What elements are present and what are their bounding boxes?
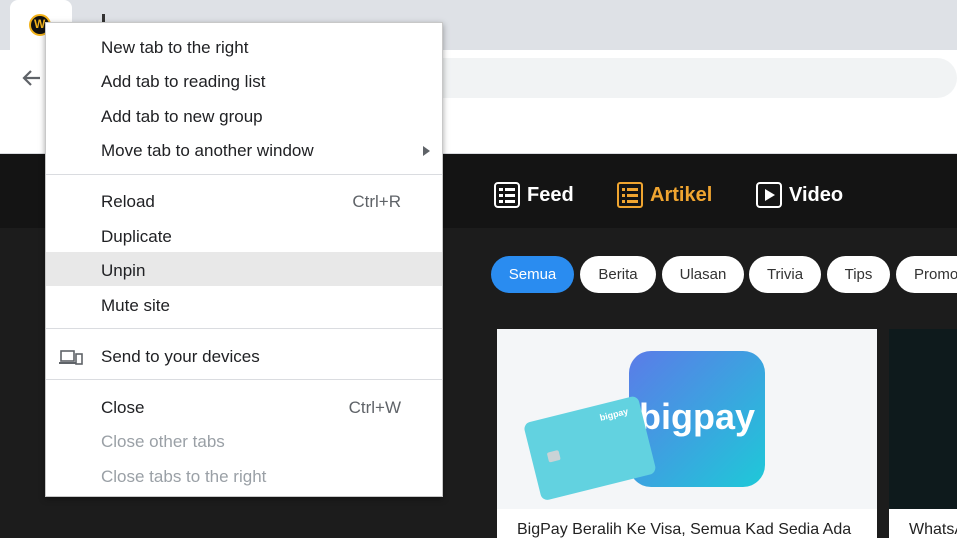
menu-new-tab-right[interactable]: New tab to the right <box>46 31 442 65</box>
tab-context-menu: New tab to the right Add tab to reading … <box>45 22 443 497</box>
menu-separator <box>46 174 442 175</box>
article-thumbnail-2 <box>889 329 957 509</box>
menu-reload[interactable]: Reload Ctrl+R <box>46 185 442 219</box>
bigpay-image: bigpay bigpay <box>524 351 765 500</box>
menu-separator <box>46 379 442 380</box>
bigpay-logo-text: bigpay <box>639 396 755 437</box>
arrow-left-icon <box>22 70 40 86</box>
menu-unpin[interactable]: Unpin <box>46 252 442 286</box>
menu-close-other-tabs: Close other tabs <box>101 432 225 451</box>
chip-ulasan[interactable]: Ulasan <box>662 256 744 293</box>
chip-tips[interactable]: Tips <box>827 256 890 293</box>
nav-artikel-label: Artikel <box>650 183 713 206</box>
menu-duplicate[interactable]: Duplicate <box>46 220 442 254</box>
menu-mute-site[interactable]: Mute site <box>46 289 442 323</box>
article-card[interactable]: bigpay bigpay BigPay Beralih Ke Visa, Se… <box>497 329 877 538</box>
back-button[interactable] <box>16 62 48 94</box>
close-shortcut: Ctrl+W <box>348 398 401 417</box>
menu-add-reading-list[interactable]: Add tab to reading list <box>46 65 442 99</box>
article-title: BigPay Beralih Ke Visa, Semua Kad Sedia … <box>517 521 852 538</box>
menu-close[interactable]: Close Ctrl+W <box>46 391 442 425</box>
menu-close-tabs-right: Close tabs to the right <box>101 467 267 486</box>
article-card-2[interactable]: WhatsApp <box>889 329 957 538</box>
menu-send-devices[interactable]: Send to your devices <box>46 340 442 374</box>
article-icon <box>617 182 643 208</box>
chip-semua[interactable]: Semua <box>491 256 574 293</box>
nav-feed[interactable]: Feed <box>493 180 574 210</box>
feed-icon <box>494 182 520 208</box>
menu-add-new-group[interactable]: Add tab to new group <box>46 100 442 134</box>
article-thumbnail: bigpay bigpay <box>497 329 877 509</box>
chip-trivia[interactable]: Trivia <box>749 256 821 293</box>
devices-icon <box>59 350 83 365</box>
chip-berita[interactable]: Berita <box>580 256 656 293</box>
submenu-arrow-icon <box>423 146 430 156</box>
reload-shortcut: Ctrl+R <box>352 192 401 211</box>
menu-move-tab-window[interactable]: Move tab to another window <box>46 134 442 168</box>
menu-separator <box>46 328 442 329</box>
video-play-icon <box>756 182 782 208</box>
nav-feed-label: Feed <box>527 183 574 206</box>
article-title-2: WhatsApp <box>909 521 957 538</box>
nav-video-label: Video <box>789 183 844 206</box>
chip-promo[interactable]: Promo <box>896 256 957 293</box>
nav-artikel[interactable]: Artikel <box>616 180 712 210</box>
nav-video[interactable]: Video <box>755 180 843 210</box>
